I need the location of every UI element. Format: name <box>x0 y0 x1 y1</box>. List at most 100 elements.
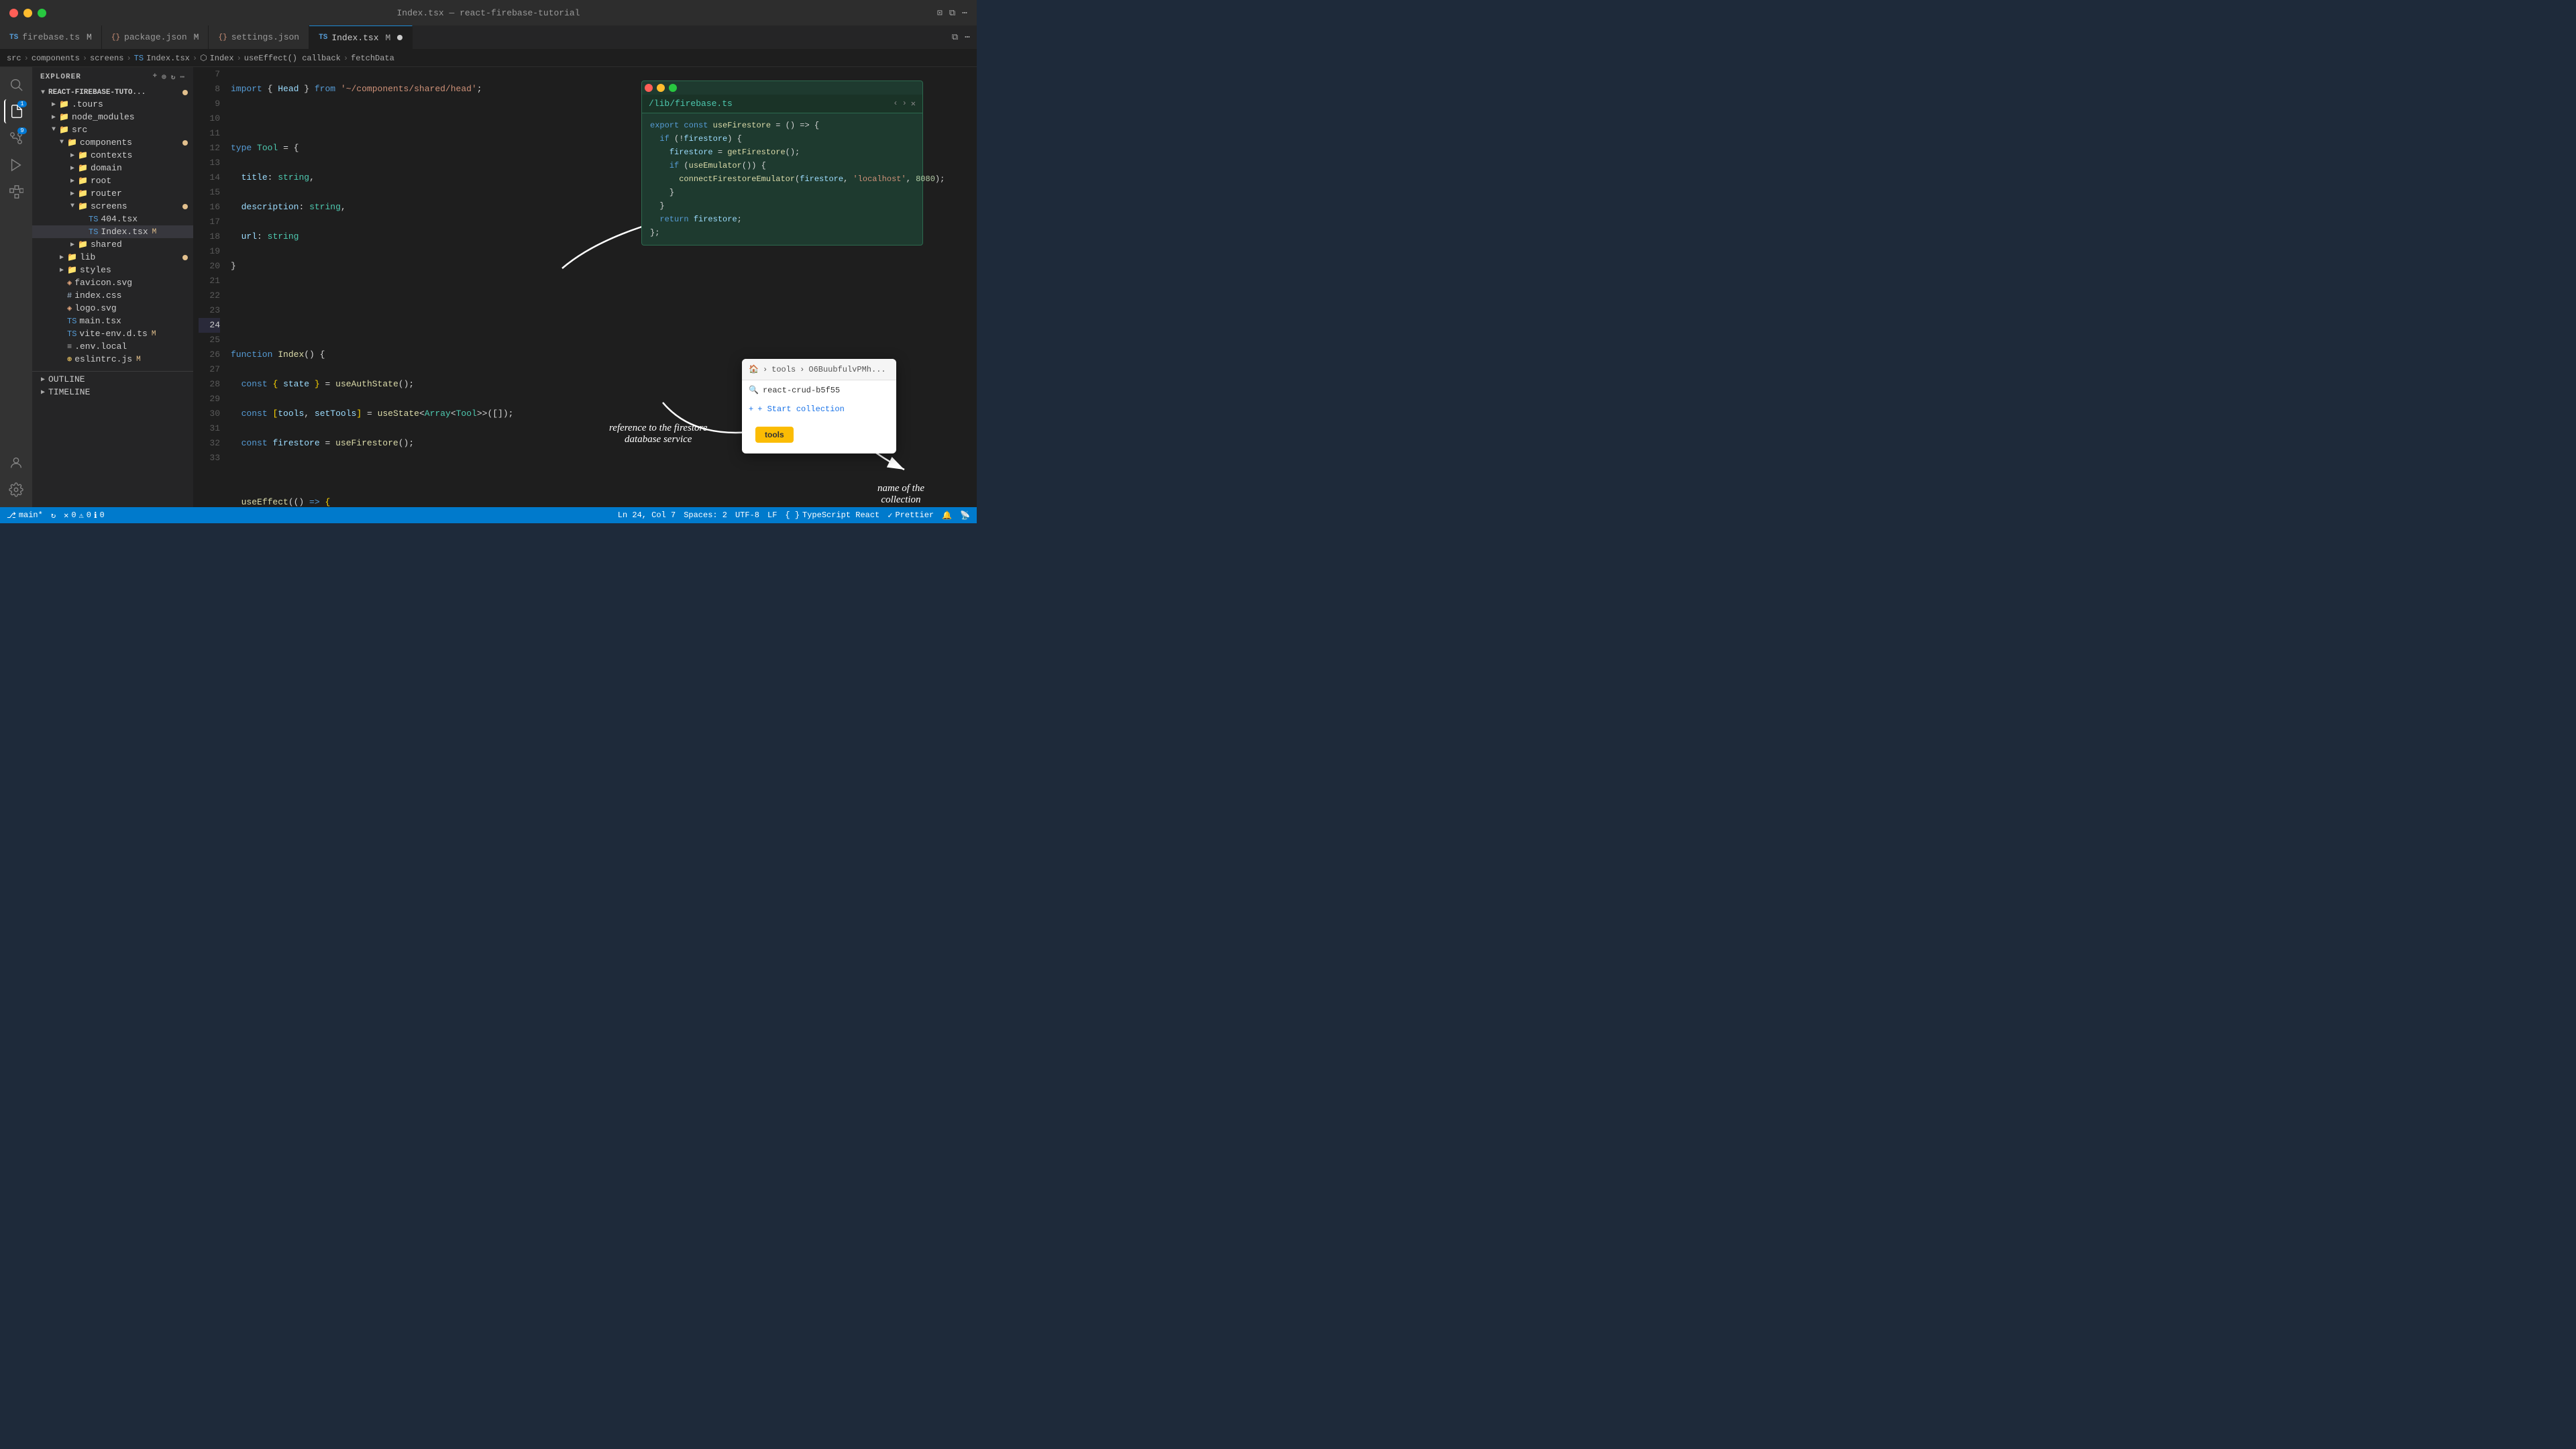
tab-settings-json[interactable]: {} settings.json <box>209 25 309 49</box>
new-file-icon[interactable]: + <box>153 72 158 82</box>
ts-badge: TS <box>9 34 18 42</box>
branch-indicator[interactable]: ⎇ main* <box>7 511 43 521</box>
tree-vite-env[interactable]: ▶ TS vite-env.d.ts M <box>32 327 193 340</box>
tree-node-modules[interactable]: ▶ 📁 node_modules <box>32 111 193 123</box>
warning-icon: ⚠ <box>79 511 84 521</box>
sidebar-header: EXPLORER + ⊕ ↻ ⋯ <box>32 67 193 87</box>
item-label: eslintrc.js <box>74 354 132 364</box>
encoding-indicator[interactable]: UTF-8 <box>735 511 759 520</box>
errors-indicator[interactable]: ✕ 0 ⚠ 0 ℹ 0 <box>64 511 105 521</box>
breadcrumb-src[interactable]: src <box>7 54 21 63</box>
broadcast-icon[interactable]: 📡 <box>960 511 970 521</box>
popup-close-btn[interactable] <box>645 84 653 92</box>
tree-domain[interactable]: ▶ 📁 domain <box>32 162 193 174</box>
tree-timeline[interactable]: ▶ TIMELINE <box>32 386 193 398</box>
close-button[interactable] <box>9 9 18 17</box>
tree-index-tsx[interactable]: ▶ TS Index.tsx M <box>32 225 193 238</box>
folder-icon: 📁 <box>59 125 69 135</box>
new-folder-icon[interactable]: ⊕ <box>162 72 167 82</box>
item-label: logo.svg <box>74 303 116 313</box>
settings-icon[interactable]: ⋯ <box>962 8 967 18</box>
tree-env-local[interactable]: ▶ ≡ .env.local <box>32 340 193 353</box>
maximize-button[interactable] <box>38 9 46 17</box>
sync-indicator[interactable]: ↻ <box>51 511 56 521</box>
tree-router[interactable]: ▶ 📁 router <box>32 187 193 200</box>
popup-dots <box>645 84 922 92</box>
files-activity-icon[interactable]: 1 <box>4 99 28 123</box>
breadcrumb-fetchdata[interactable]: fetchData <box>351 54 394 63</box>
tree-404[interactable]: ▶ TS 404.tsx <box>32 213 193 225</box>
hover-popup-nav[interactable]: ‹ › ✕ <box>893 99 916 109</box>
tools-collection-button[interactable]: tools <box>755 427 794 443</box>
popup-next-icon[interactable]: › <box>902 99 907 109</box>
formatter-indicator[interactable]: ✓ Prettier <box>888 511 934 521</box>
svg-file-icon: ◈ <box>67 278 72 288</box>
indentation[interactable]: Spaces: 2 <box>684 511 727 520</box>
js-file-icon: ⊛ <box>67 354 72 364</box>
popup-close-icon[interactable]: ✕ <box>911 99 916 109</box>
files-badge: 1 <box>17 101 27 107</box>
notification-icon[interactable]: 🔔 <box>942 511 952 521</box>
extensions-activity-icon[interactable] <box>4 180 28 204</box>
tree-project-root[interactable]: ▼ REACT-FIREBASE-TUTO... <box>32 87 193 98</box>
breadcrumb-index[interactable]: Index <box>210 54 234 63</box>
tree-contexts[interactable]: ▶ 📁 contexts <box>32 149 193 162</box>
activity-bar: 1 9 <box>0 67 32 507</box>
formatter-label: Prettier <box>895 511 934 520</box>
breadcrumb-useeffect[interactable]: useEffect() callback <box>244 54 341 63</box>
layout-icon[interactable]: ⊡ <box>937 8 943 18</box>
split-icon[interactable]: ⧉ <box>949 8 955 18</box>
breadcrumb-screens[interactable]: screens <box>90 54 123 63</box>
firestore-start-collection[interactable]: + + Start collection <box>742 400 896 419</box>
line-numbers: 7891011 1213141516 1718192021 22232425 2… <box>193 67 225 507</box>
tools-path: tools <box>771 365 796 374</box>
item-label: styles <box>80 265 111 275</box>
outline-label: OUTLINE <box>48 374 85 384</box>
sidebar: EXPLORER + ⊕ ↻ ⋯ ▼ REACT-FIREBASE-TUTO..… <box>32 67 193 507</box>
git-activity-icon[interactable]: 9 <box>4 126 28 150</box>
split-editor-icon[interactable]: ⧉ <box>952 32 958 42</box>
tree-screens[interactable]: ▼ 📁 screens <box>32 200 193 213</box>
tree-shared[interactable]: ▶ 📁 shared <box>32 238 193 251</box>
tree-src[interactable]: ▼ 📁 src <box>32 123 193 136</box>
cursor-position[interactable]: Ln 24, Col 7 <box>618 511 676 520</box>
ts-lang-icon: { } <box>785 511 800 520</box>
tree-main-tsx[interactable]: ▶ TS main.tsx <box>32 315 193 327</box>
more-actions-icon[interactable]: ⋯ <box>965 32 970 42</box>
tree-lib[interactable]: ▶ 📁 lib <box>32 251 193 264</box>
refresh-icon[interactable]: ↻ <box>171 72 176 82</box>
item-label: router <box>91 189 122 199</box>
breadcrumb-components[interactable]: components <box>32 54 80 63</box>
tree-eslintrc[interactable]: ▶ ⊛ eslintrc.js M <box>32 353 193 366</box>
popup-min-btn[interactable] <box>657 84 665 92</box>
window-controls[interactable] <box>9 9 46 17</box>
tree-styles[interactable]: ▶ 📁 styles <box>32 264 193 276</box>
tab-firebase-ts[interactable]: TS firebase.ts M <box>0 25 102 49</box>
popup-prev-icon[interactable]: ‹ <box>893 99 898 109</box>
line-ending-indicator[interactable]: LF <box>767 511 777 520</box>
search-activity-icon[interactable] <box>4 72 28 97</box>
popup-max-btn[interactable] <box>669 84 677 92</box>
settings-activity-icon[interactable] <box>4 478 28 502</box>
breadcrumb-file[interactable]: Index.tsx <box>146 54 190 63</box>
tree-logo-svg[interactable]: ▶ ◈ logo.svg <box>32 302 193 315</box>
tree-root[interactable]: ▶ 📁 root <box>32 174 193 187</box>
tree-components[interactable]: ▼ 📁 components <box>32 136 193 149</box>
tree-outline[interactable]: ▶ OUTLINE <box>32 371 193 386</box>
minimize-button[interactable] <box>23 9 32 17</box>
collapse-icon[interactable]: ⋯ <box>180 72 185 82</box>
tree-index-css[interactable]: ▶ # index.css <box>32 289 193 302</box>
run-activity-icon[interactable] <box>4 153 28 177</box>
error-count: 0 <box>71 511 76 520</box>
tab-package-json[interactable]: {} package.json M <box>102 25 209 49</box>
tab-label: Index.tsx <box>331 33 378 43</box>
tab-index-tsx[interactable]: TS Index.tsx M <box>309 25 413 49</box>
account-icon[interactable] <box>4 451 28 475</box>
tree-favicon[interactable]: ▶ ◈ favicon.svg <box>32 276 193 289</box>
unsaved-dot <box>397 35 402 40</box>
tab-label: firebase.ts <box>22 32 80 42</box>
tree-tours[interactable]: ▶ 📁 .tours <box>32 98 193 111</box>
sync-icon: ↻ <box>51 511 56 521</box>
language-indicator[interactable]: { } TypeScript React <box>785 511 879 520</box>
css-file-icon: # <box>67 291 72 301</box>
